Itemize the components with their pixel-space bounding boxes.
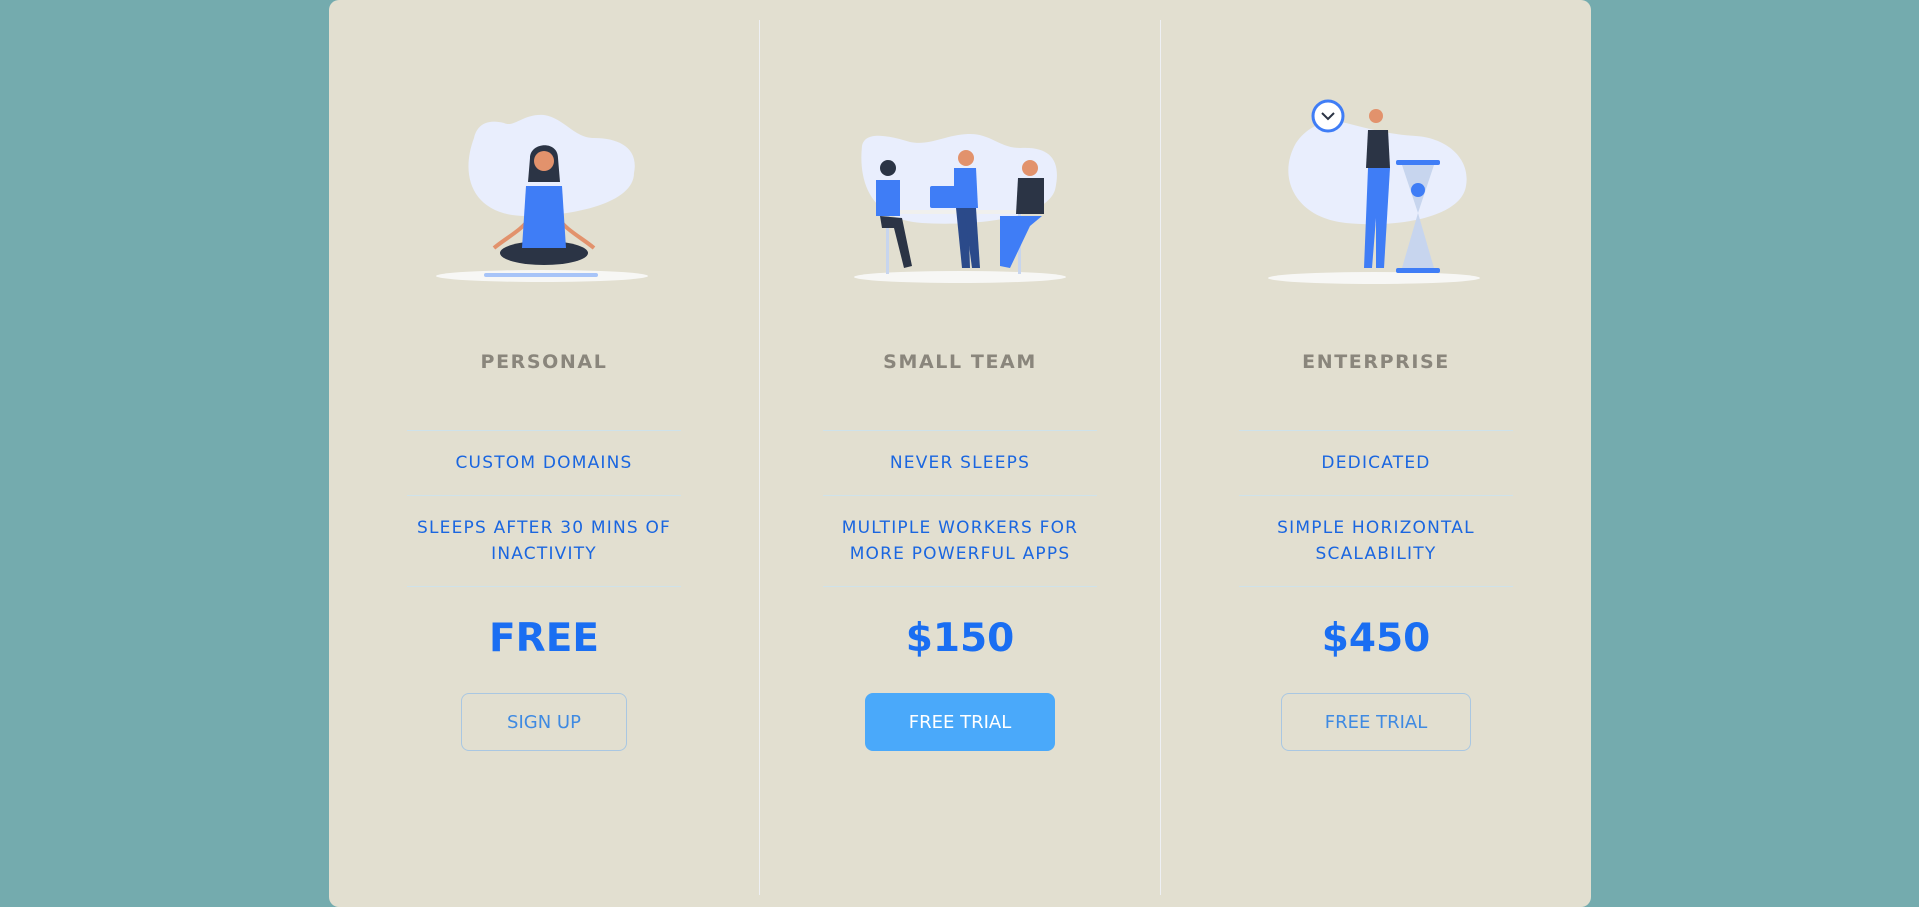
hourglass-clock-person-icon — [1268, 99, 1480, 284]
feature-item: MULTIPLE WORKERS FOR MORE POWERFUL APPS — [823, 496, 1097, 587]
plan-price: FREE — [489, 616, 599, 661]
feature-item: NEVER SLEEPS — [823, 431, 1097, 496]
feature-item: CUSTOM DOMAINS — [407, 431, 681, 496]
feature-list: CUSTOM DOMAINS SLEEPS AFTER 30 MINS OF I… — [407, 430, 681, 587]
plan-price: $150 — [905, 616, 1015, 661]
feature-item: SIMPLE HORIZONTAL SCALABILITY — [1239, 496, 1513, 587]
meditating-person-icon — [436, 114, 648, 282]
feature-list: DEDICATED SIMPLE HORIZONTAL SCALABILITY — [1239, 430, 1513, 587]
plan-name: SMALL TEAM — [883, 351, 1037, 373]
plan-name: ENTERPRISE — [1302, 351, 1450, 373]
plan-name: PERSONAL — [480, 351, 608, 373]
plan-personal: PERSONAL CUSTOM DOMAINS SLEEPS AFTER 30 … — [329, 20, 759, 895]
feature-list: NEVER SLEEPS MULTIPLE WORKERS FOR MORE P… — [823, 430, 1097, 587]
pricing-card: PERSONAL CUSTOM DOMAINS SLEEPS AFTER 30 … — [329, 0, 1591, 907]
plan-price: $450 — [1321, 616, 1431, 661]
plan-small-team: SMALL TEAM NEVER SLEEPS MULTIPLE WORKERS… — [759, 20, 1161, 895]
team-meeting-icon — [854, 133, 1066, 283]
sign-up-button[interactable]: SIGN UP — [461, 693, 627, 751]
free-trial-button[interactable]: FREE TRIAL — [865, 693, 1055, 751]
free-trial-button[interactable]: FREE TRIAL — [1281, 693, 1471, 751]
feature-item: SLEEPS AFTER 30 MINS OF INACTIVITY — [407, 496, 681, 587]
feature-item: DEDICATED — [1239, 431, 1513, 496]
plan-enterprise: ENTERPRISE DEDICATED SIMPLE HORIZONTAL S… — [1161, 20, 1591, 895]
